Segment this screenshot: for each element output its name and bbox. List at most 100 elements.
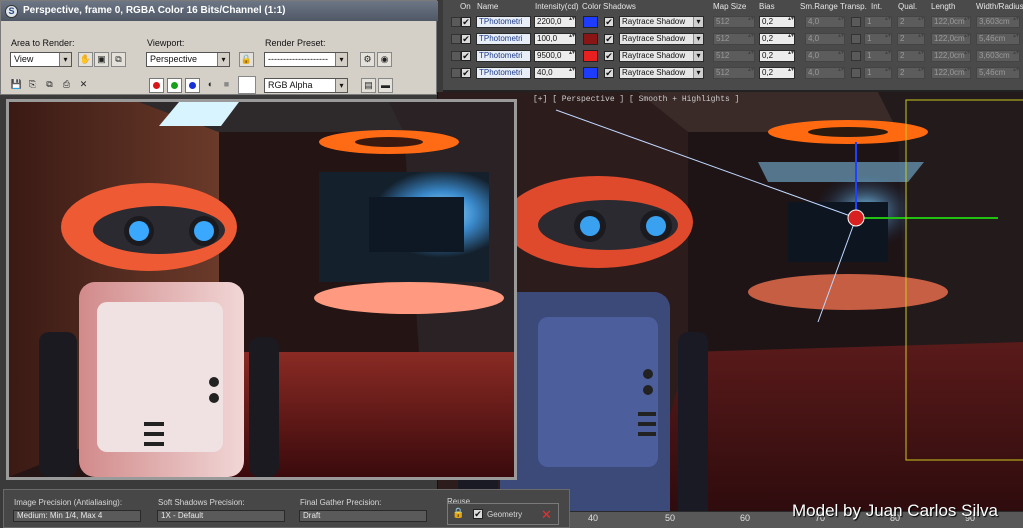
header-intensity: Intensity(cd) xyxy=(535,2,579,11)
intensity-spinner[interactable]: 100,0 xyxy=(534,33,576,45)
transp-checkbox[interactable] xyxy=(851,34,861,44)
select-checkbox[interactable] xyxy=(451,17,461,27)
int-spinner[interactable]: 1 xyxy=(864,16,892,28)
pan-hand-icon[interactable]: ✋ xyxy=(78,52,93,67)
header-width: Width/Radius xyxy=(976,2,1023,11)
light-lister-panel: On Name Intensity(cd) Color Shadows Map … xyxy=(443,0,1023,92)
intensity-spinner[interactable]: 2200,0 xyxy=(534,16,576,28)
length-spinner[interactable]: 122,0cm xyxy=(931,33,971,45)
map-size-spinner[interactable]: 512 xyxy=(713,67,755,79)
red-channel-icon[interactable] xyxy=(149,78,164,93)
bias-spinner[interactable]: 0,2 xyxy=(759,50,795,62)
render-settings-panel: Image Precision (Antialiasing): Medium: … xyxy=(3,489,570,528)
sm-range-spinner[interactable]: 4,0 xyxy=(805,16,845,28)
shadows-checkbox[interactable]: ✔ xyxy=(604,68,614,78)
length-spinner[interactable]: 122,0cm xyxy=(931,67,971,79)
bias-spinner[interactable]: 0,2 xyxy=(759,16,795,28)
shadow-type-dropdown[interactable]: Raytrace Shadow xyxy=(619,50,704,62)
qual-spinner[interactable]: 2 xyxy=(897,67,925,79)
header-sm-range: Sm.Range xyxy=(800,2,838,11)
color-swatch[interactable] xyxy=(583,67,598,79)
light-name-field[interactable]: TPhotometri xyxy=(476,33,531,45)
clear-icon[interactable]: ✕ xyxy=(541,507,552,523)
map-size-spinner[interactable]: 512 xyxy=(713,16,755,28)
final-gather-field[interactable]: Draft xyxy=(299,510,427,522)
select-checkbox[interactable] xyxy=(451,68,461,78)
app-icon: S xyxy=(5,5,18,18)
viewport-dropdown[interactable]: Perspective ▾ xyxy=(146,52,230,67)
geometry-label: Geometry xyxy=(487,510,523,519)
auto-region-icon[interactable]: ⧉ xyxy=(111,52,126,67)
width-spinner[interactable]: 3,603cm xyxy=(976,16,1020,28)
rendered-image xyxy=(6,99,517,480)
area-to-render-dropdown[interactable]: View ▾ xyxy=(10,52,72,67)
save-image-icon[interactable]: 💾 xyxy=(9,78,24,93)
length-spinner[interactable]: 122,0cm xyxy=(931,50,971,62)
soft-shadows-field[interactable]: 1X - Default xyxy=(157,510,285,522)
sm-range-spinner[interactable]: 4,0 xyxy=(805,33,845,45)
on-checkbox[interactable]: ✔ xyxy=(461,51,471,61)
int-spinner[interactable]: 1 xyxy=(864,33,892,45)
blue-channel-icon[interactable] xyxy=(185,78,200,93)
copy-image-icon[interactable]: ⎘ xyxy=(25,78,40,93)
length-spinner[interactable]: 122,0cm xyxy=(931,16,971,28)
color-swatch[interactable] xyxy=(583,16,598,28)
map-size-spinner[interactable]: 512 xyxy=(713,33,755,45)
print-icon[interactable]: ⎙ xyxy=(59,78,74,93)
geometry-checkbox[interactable]: ✔ xyxy=(473,509,483,519)
color-swatch-white[interactable] xyxy=(238,76,256,94)
qual-spinner[interactable]: 2 xyxy=(897,50,925,62)
qual-spinner[interactable]: 2 xyxy=(897,33,925,45)
light-name-field[interactable]: TPhotometri xyxy=(476,50,531,62)
light-name-field[interactable]: TPhotometri xyxy=(476,16,531,28)
color-swatch[interactable] xyxy=(583,33,598,45)
clear-close-icon[interactable]: ✕ xyxy=(76,78,91,93)
mono-toggle-icon[interactable]: ■ xyxy=(219,78,234,93)
transp-checkbox[interactable] xyxy=(851,51,861,61)
clone-window-icon[interactable]: ⧉ xyxy=(42,78,57,93)
shadow-type-dropdown[interactable]: Raytrace Shadow xyxy=(619,16,704,28)
shadows-checkbox[interactable]: ✔ xyxy=(604,51,614,61)
select-checkbox[interactable] xyxy=(451,34,461,44)
intensity-spinner[interactable]: 9500,0 xyxy=(534,50,576,62)
light-name-field[interactable]: TPhotometri xyxy=(476,67,531,79)
alpha-toggle-icon[interactable]: ◐ xyxy=(203,78,218,93)
render-setup-icon[interactable]: ⚙ xyxy=(360,52,375,67)
width-spinner[interactable]: 5,46cm xyxy=(976,33,1020,45)
map-size-spinner[interactable]: 512 xyxy=(713,50,755,62)
shadow-type-dropdown[interactable]: Raytrace Shadow xyxy=(619,67,704,79)
on-checkbox[interactable]: ✔ xyxy=(461,34,471,44)
sm-range-spinner[interactable]: 4,0 xyxy=(805,67,845,79)
sm-range-spinner[interactable]: 4,0 xyxy=(805,50,845,62)
lock-icon[interactable]: 🔒 xyxy=(239,52,254,67)
toggle-ui-icon[interactable]: ▤ xyxy=(361,78,376,93)
shadows-checkbox[interactable]: ✔ xyxy=(604,17,614,27)
on-checkbox[interactable]: ✔ xyxy=(461,68,471,78)
int-spinner[interactable]: 1 xyxy=(864,67,892,79)
shadow-type-dropdown[interactable]: Raytrace Shadow xyxy=(619,33,704,45)
image-precision-field[interactable]: Medium: Min 1/4, Max 4 xyxy=(13,510,141,522)
viewport-label[interactable]: [+] [ Perspective ] [ Smooth + Highlight… xyxy=(533,95,739,104)
display-overlay-icon[interactable]: ▬ xyxy=(378,78,393,93)
region-crop-icon[interactable]: ▣ xyxy=(94,52,109,67)
select-checkbox[interactable] xyxy=(451,51,461,61)
perspective-viewport[interactable]: [+] [ Perspective ] [ Smooth + Highlight… xyxy=(437,92,1023,528)
bias-spinner[interactable]: 0,2 xyxy=(759,67,795,79)
intensity-spinner[interactable]: 40,0 xyxy=(534,67,576,79)
color-swatch[interactable] xyxy=(583,50,598,62)
bias-spinner[interactable]: 0,2 xyxy=(759,33,795,45)
lock-icon[interactable]: 🔒 xyxy=(452,508,464,519)
channel-dropdown[interactable]: RGB Alpha ▾ xyxy=(264,78,348,93)
qual-spinner[interactable]: 2 xyxy=(897,16,925,28)
environment-icon[interactable]: ◉ xyxy=(377,52,392,67)
transp-checkbox[interactable] xyxy=(851,68,861,78)
width-spinner[interactable]: 5,46cm xyxy=(976,67,1020,79)
render-preset-dropdown[interactable]: -------------------- ▾ xyxy=(264,52,348,67)
on-checkbox[interactable]: ✔ xyxy=(461,17,471,27)
transp-checkbox[interactable] xyxy=(851,17,861,27)
int-spinner[interactable]: 1 xyxy=(864,50,892,62)
width-spinner[interactable]: 3,603cm xyxy=(976,50,1020,62)
shadows-checkbox[interactable]: ✔ xyxy=(604,34,614,44)
window-title-bar[interactable]: S Perspective, frame 0, RGBA Color 16 Bi… xyxy=(1,1,438,21)
green-channel-icon[interactable] xyxy=(167,78,182,93)
